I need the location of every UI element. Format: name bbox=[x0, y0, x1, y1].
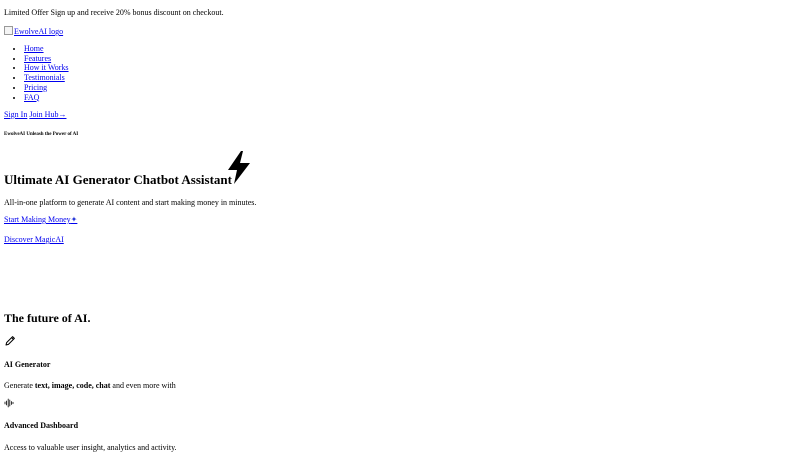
hero-subtitle: All-in-one platform to generate AI conte… bbox=[4, 198, 257, 207]
nav-item-features: Features bbox=[24, 54, 69, 64]
nav-link-home[interactable]: Home bbox=[24, 44, 44, 53]
feature-title-advanced-dashboard: Advanced Dashboard bbox=[4, 421, 79, 430]
nav-link-pricing[interactable]: Pricing bbox=[24, 83, 47, 92]
feature-desc-bold: text, image, code, chat bbox=[34, 381, 111, 390]
nav-item-home: Home bbox=[24, 44, 69, 54]
nav-item-how-it-works: How it Works bbox=[24, 63, 69, 73]
nav-link-faq[interactable]: FAQ bbox=[24, 93, 39, 102]
feature-desc-prefix: Generate bbox=[4, 381, 35, 390]
nav-link-features[interactable]: Features bbox=[24, 54, 51, 63]
auth-links: Sign In Join Hub→ bbox=[4, 110, 66, 119]
sparkle-icon: ✦ bbox=[70, 215, 78, 224]
audio-wave-icon bbox=[4, 398, 14, 408]
hero-title: Ultimate AI Generator Chatbot Assistant bbox=[4, 172, 232, 187]
nav-link-testimonials[interactable]: Testimonials bbox=[24, 73, 65, 82]
feature-desc-suffix: and even more with bbox=[110, 381, 176, 390]
promo-banner: Limited Offer Sign up and receive 20% bo… bbox=[4, 8, 224, 17]
nav-item-faq: FAQ bbox=[24, 93, 69, 103]
feature-desc-ai-generator: Generate text, image, code, chat and eve… bbox=[4, 381, 176, 390]
logo-alt-text: EwolveAI logo bbox=[14, 27, 64, 36]
join-hub-label: Join Hub bbox=[29, 110, 59, 119]
arrow-right-icon: → bbox=[58, 110, 67, 119]
feature-desc-advanced-dashboard: Access to valuable user insight, analyti… bbox=[4, 443, 177, 452]
join-hub-link[interactable]: Join Hub→ bbox=[29, 110, 66, 119]
nav-item-pricing: Pricing bbox=[24, 83, 69, 93]
nav-link-how-it-works[interactable]: How it Works bbox=[24, 63, 69, 72]
cta-label: Start Making Money bbox=[4, 215, 71, 224]
nav-item-testimonials: Testimonials bbox=[24, 73, 69, 83]
discover-magicai-link[interactable]: Discover MagicAI bbox=[4, 235, 64, 244]
feature-title-ai-generator: AI Generator bbox=[4, 360, 51, 369]
sign-in-link[interactable]: Sign In bbox=[4, 110, 27, 119]
main-nav: Home Features How it Works Testimonials … bbox=[4, 44, 69, 102]
hero-tagline: EwolveAI Unleash the Power of AI bbox=[4, 132, 79, 137]
features-heading: The future of AI. bbox=[4, 311, 91, 325]
start-making-money-link[interactable]: Start Making Money✦ bbox=[4, 215, 77, 224]
broken-image-icon bbox=[4, 26, 13, 35]
logo-link[interactable]: EwolveAI logo bbox=[4, 26, 63, 36]
pencil-icon bbox=[5, 336, 15, 346]
lightning-bolt-icon bbox=[228, 151, 250, 184]
